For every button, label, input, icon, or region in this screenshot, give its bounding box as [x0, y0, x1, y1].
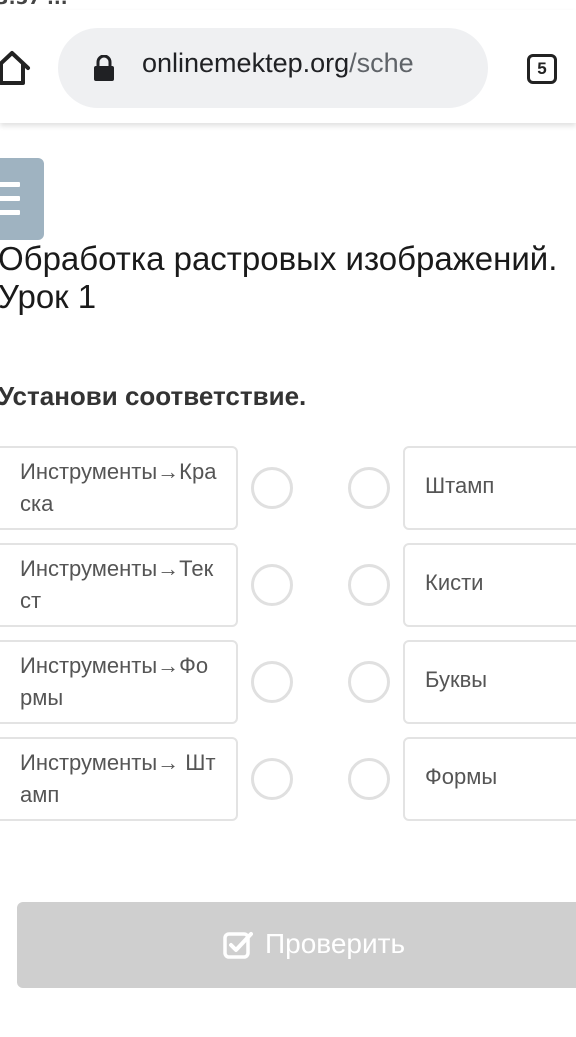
page-title: Обработка растровых изображений. Урок 1 — [0, 240, 576, 316]
menu-icon-bar-middle — [0, 196, 20, 201]
match-row-2: Инструменты→Текст Кисти — [0, 543, 576, 627]
menu-icon-bar-bottom — [0, 210, 20, 215]
menu-icon-bar-top — [0, 182, 20, 187]
right-item-label: Формы — [425, 764, 498, 789]
left-item-label: Инструменты→ Штамп — [20, 750, 216, 807]
match-row-4: Инструменты→ Штамп Формы — [0, 737, 576, 821]
right-item-card[interactable]: Буквы — [403, 640, 576, 724]
right-item-card[interactable]: Штамп — [403, 446, 576, 530]
page-title-line1: Обработка растровых изображений. — [0, 240, 558, 277]
right-item-card[interactable]: Формы — [403, 737, 576, 821]
lock-icon — [94, 55, 114, 81]
page-title-line2: Урок 1 — [0, 278, 97, 315]
left-connector-radio[interactable] — [251, 758, 293, 800]
address-bar[interactable]: onlinemektep.org/sche — [58, 28, 488, 108]
left-connector-radio[interactable] — [251, 467, 293, 509]
url-path: /sche — [349, 48, 414, 78]
home-icon[interactable] — [0, 48, 32, 88]
left-item-card[interactable]: Инструменты→Текст — [0, 543, 238, 627]
left-item-card[interactable]: Инструменты→ Штамп — [0, 737, 238, 821]
tab-switcher-button[interactable]: 5 — [527, 54, 557, 84]
url-domain: onlinemektep.org — [142, 48, 350, 78]
right-item-label: Буквы — [425, 667, 488, 692]
left-connector-radio[interactable] — [251, 661, 293, 703]
left-item-label: Инструменты→Краска — [20, 459, 217, 516]
right-connector-radio[interactable] — [348, 758, 390, 800]
url-text[interactable]: onlinemektep.org/sche — [142, 48, 414, 79]
match-row-1: Инструменты→Краска Штамп — [0, 446, 576, 530]
left-item-card[interactable]: Инструменты→Краска — [0, 446, 238, 530]
left-item-card[interactable]: Инструменты→Формы — [0, 640, 238, 724]
right-connector-radio[interactable] — [348, 564, 390, 606]
left-connector-radio[interactable] — [251, 564, 293, 606]
match-row-3: Инструменты→Формы Буквы — [0, 640, 576, 724]
status-time: 3:57 ... — [0, 0, 68, 9]
right-item-label: Штамп — [425, 473, 495, 498]
right-connector-radio[interactable] — [348, 661, 390, 703]
check-button-label: Проверить — [265, 928, 406, 959]
left-item-label: Инструменты→Формы — [20, 653, 209, 710]
browser-toolbar: onlinemektep.org/sche 5 — [0, 10, 576, 123]
checkbox-checked-icon — [223, 932, 253, 959]
right-item-card[interactable]: Кисти — [403, 543, 576, 627]
right-connector-radio[interactable] — [348, 467, 390, 509]
right-item-label: Кисти — [425, 570, 484, 595]
status-bar: 3:57 ... — [0, 0, 576, 10]
left-item-label: Инструменты→Текст — [20, 556, 214, 613]
check-button[interactable]: Проверить — [17, 902, 576, 988]
task-instruction: Установи соответствие. — [0, 381, 307, 411]
menu-button[interactable] — [0, 158, 44, 240]
